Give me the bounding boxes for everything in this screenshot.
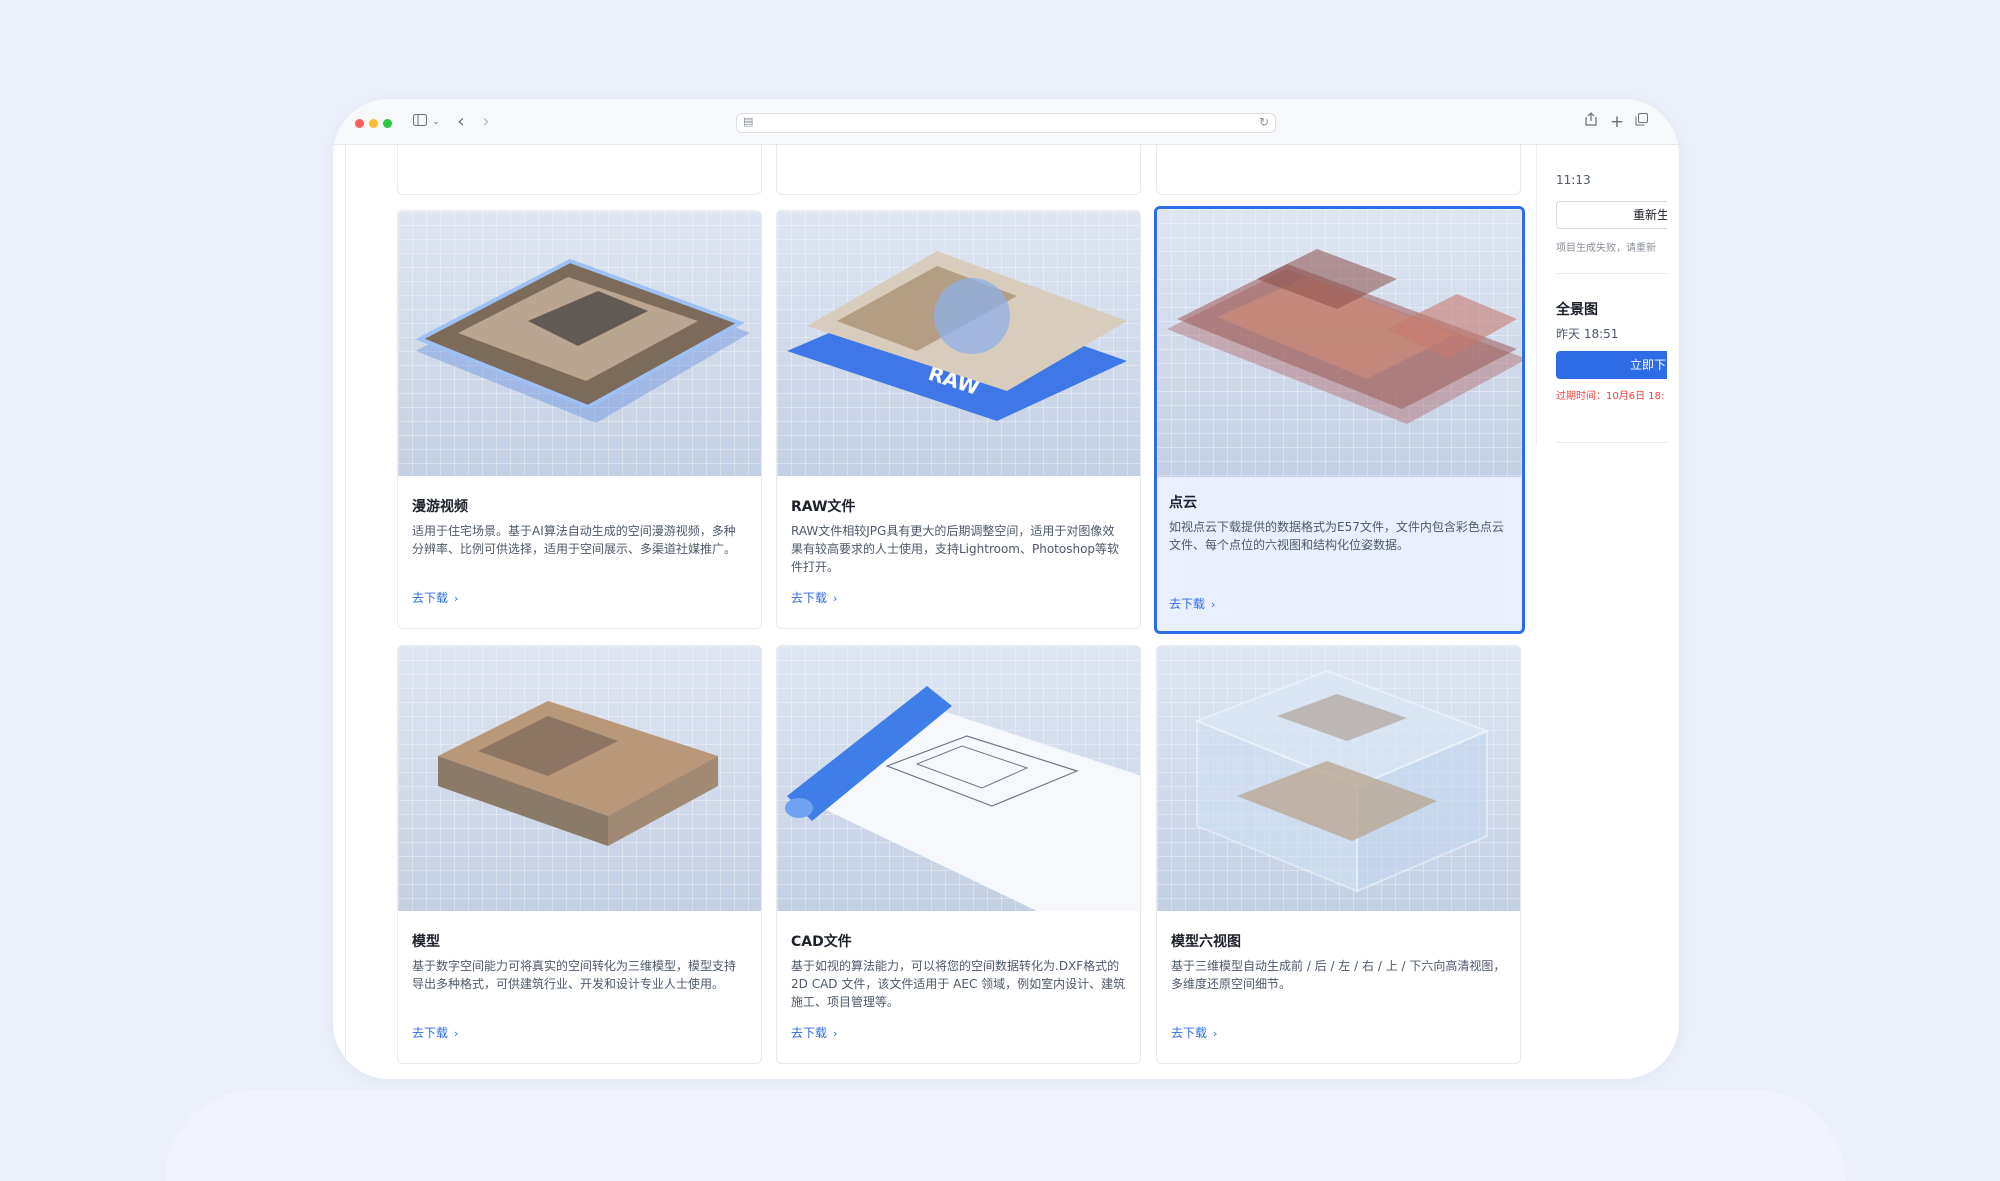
zoom-window-button[interactable] — [383, 119, 392, 128]
chevron-right-icon: › — [833, 592, 838, 605]
fail-note: 项目生成失败，请重新 — [1556, 243, 1656, 254]
chevron-down-icon[interactable]: ⌄ — [431, 111, 441, 133]
download-link-label: 去下载 — [791, 591, 828, 605]
page-viewport: 漫游视频 适用于住宅场景。基于AI算法自动生成的空间漫游视频，多种分辨率、比例可… — [345, 145, 1667, 1079]
card-thumbnail — [398, 211, 761, 476]
chevron-right-icon: › — [1213, 1027, 1218, 1040]
address-bar[interactable]: ▤ ↻ — [736, 113, 1276, 133]
download-link[interactable]: 去下载 › — [412, 1024, 458, 1041]
download-link[interactable]: 去下载 › — [412, 589, 458, 606]
panel-divider — [1536, 145, 1537, 445]
browser-toolbar: ⌄ ‹ › ▤ ↻ + — [333, 99, 1679, 145]
card-title: 模型六视图 — [1171, 934, 1241, 950]
download-link-label: 去下载 — [1171, 1026, 1208, 1040]
chevron-right-icon: › — [454, 592, 459, 605]
site-icon: ▤ — [743, 115, 754, 128]
card-stub — [776, 145, 1141, 195]
panel-separator — [1556, 442, 1667, 443]
panorama-time: 昨天 18:51 — [1556, 327, 1619, 341]
card-title: RAW文件 — [791, 499, 856, 515]
card-description: 适用于住宅场景。基于AI算法自动生成的空间漫游视频，多种分辨率、比例可供选择，适… — [412, 524, 737, 556]
sidebar-icon[interactable] — [411, 111, 429, 133]
card-title: 漫游视频 — [412, 499, 468, 515]
task-side-panel: 11:13 重新生 项目生成失败，请重新 全景图 昨天 18:51 立即下 过期… — [1536, 145, 1667, 1079]
chevron-right-icon: › — [833, 1027, 838, 1040]
download-link[interactable]: 去下载 › — [791, 589, 837, 606]
download-link-label: 去下载 — [412, 1026, 449, 1040]
chevron-right-icon: › — [454, 1027, 459, 1040]
chevron-right-icon: › — [1211, 598, 1216, 611]
tabs-icon[interactable] — [1633, 111, 1649, 133]
download-card-six-views[interactable]: 模型六视图 基于三维模型自动生成前 / 后 / 左 / 右 / 上 / 下六向高… — [1156, 645, 1521, 1064]
card-description: 基于三维模型自动生成前 / 后 / 左 / 右 / 上 / 下六向高清视图，多维… — [1171, 959, 1506, 991]
card-stub — [397, 145, 762, 195]
task-time: 11:13 — [1556, 173, 1591, 187]
expire-note: 过期时间：10月6日 18: — [1556, 391, 1665, 402]
card-thumbnail — [1157, 646, 1520, 911]
download-link[interactable]: 去下载 › — [1171, 1024, 1217, 1041]
download-link[interactable]: 去下载 › — [791, 1024, 837, 1041]
card-thumbnail — [398, 646, 761, 911]
reload-icon[interactable]: ↻ — [1259, 115, 1269, 129]
download-link[interactable]: 去下载 › — [1169, 595, 1215, 612]
new-tab-icon[interactable]: + — [1609, 111, 1625, 133]
close-window-button[interactable] — [355, 119, 364, 128]
minimize-window-button[interactable] — [369, 119, 378, 128]
download-link-label: 去下载 — [412, 591, 449, 605]
browser-window: ⌄ ‹ › ▤ ↻ + 漫游视频 适用于住宅场景。基于AI算法自动生成的空间漫游… — [333, 99, 1679, 1079]
back-icon[interactable]: ‹ — [453, 111, 469, 133]
card-thumbnail — [777, 646, 1140, 911]
download-card-cad-file[interactable]: CAD文件 基于如视的算法能力，可以将您的空间数据转化为.DXF格式的 2D C… — [776, 645, 1141, 1064]
card-thumbnail — [1157, 209, 1522, 477]
download-card-roaming-video[interactable]: 漫游视频 适用于住宅场景。基于AI算法自动生成的空间漫游视频，多种分辨率、比例可… — [397, 210, 762, 629]
panorama-title: 全景图 — [1556, 302, 1598, 318]
download-link-label: 去下载 — [791, 1026, 828, 1040]
download-link-label: 去下载 — [1169, 597, 1206, 611]
download-card-point-cloud[interactable]: 点云 如视点云下载提供的数据格式为E57文件，文件内包含彩色点云文件、每个点位的… — [1154, 206, 1525, 634]
device-stand — [165, 1090, 1845, 1181]
card-thumbnail: RAW — [777, 211, 1140, 476]
card-description: RAW文件相较JPG具有更大的后期调整空间，适用于对图像效果有较高要求的人士使用… — [791, 524, 1120, 574]
card-stub — [1156, 145, 1521, 195]
card-description: 基于如视的算法能力，可以将您的空间数据转化为.DXF格式的 2D CAD 文件，… — [791, 959, 1126, 1009]
share-icon[interactable] — [1583, 111, 1599, 133]
forward-icon[interactable]: › — [478, 111, 494, 133]
regenerate-button[interactable]: 重新生 — [1556, 201, 1667, 229]
download-card-raw-file[interactable]: RAW RAW文件 RAW文件相较JPG具有更大的后期调整空间，适用于对图像效果… — [776, 210, 1141, 629]
card-title: 模型 — [412, 934, 440, 950]
download-now-button[interactable]: 立即下 — [1556, 351, 1667, 379]
card-description: 基于数字空间能力可将真实的空间转化为三维模型，模型支持导出多种格式，可供建筑行业… — [412, 959, 737, 991]
card-description: 如视点云下载提供的数据格式为E57文件，文件内包含彩色点云文件、每个点位的六视图… — [1169, 520, 1504, 552]
panel-separator — [1556, 273, 1667, 274]
card-title: 点云 — [1169, 495, 1197, 511]
download-card-model[interactable]: 模型 基于数字空间能力可将真实的空间转化为三维模型，模型支持导出多种格式，可供建… — [397, 645, 762, 1064]
card-title: CAD文件 — [791, 934, 852, 950]
